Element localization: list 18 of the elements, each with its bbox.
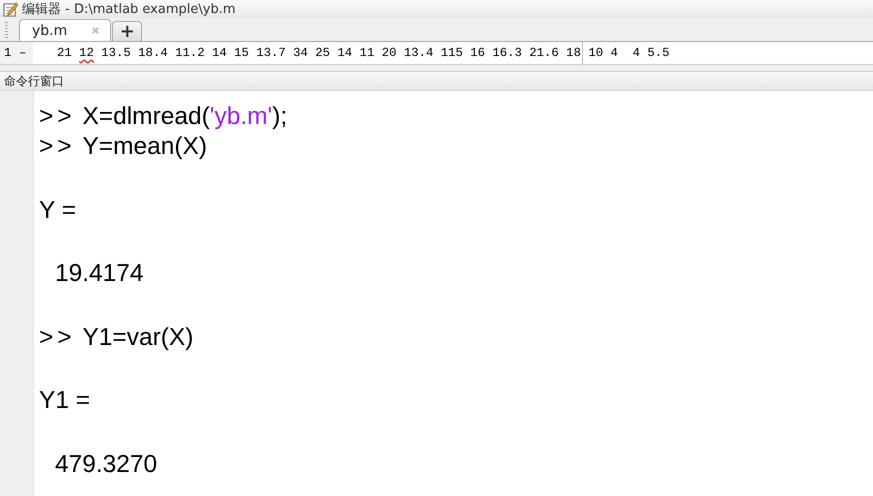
breakpoint-marker[interactable]: – [16,42,33,64]
command-line: >> Y=mean(X) [39,132,208,162]
new-tab-button[interactable]: + [112,21,142,41]
window-title: 编辑器 - D:\matlab example\yb.m [22,1,236,18]
console-area[interactable]: >> X=dlmread('yb.m'); >> Y=mean(X) Y = 19.4174 >> Y1=var(X) Y1 = 479.3270 [34,91,873,496]
close-icon[interactable] [91,26,100,35]
panel-title: 命令行窗口 [4,72,64,90]
output-value: 19.4174 [55,260,144,288]
output-value: 479.3270 [55,450,158,478]
line-number: 1 [0,42,16,64]
output-text: Y = [39,196,76,224]
code-line: 21 12 13.5 18.4 11.2 14 15 13.7 34 25 14 11 20 13.4 115 16 16.3 21.6 18 10 4 4 5.5 [56,46,670,60]
grip-icon[interactable] [4,20,9,38]
file-tab[interactable]: yb.m [19,19,112,41]
notepad-pencil-icon [3,2,18,16]
output-text: Y1 = [39,387,90,414]
command-line: >> X=dlmread('yb.m'); [39,102,288,131]
command-line: >> Y1=var(X) [39,322,194,353]
